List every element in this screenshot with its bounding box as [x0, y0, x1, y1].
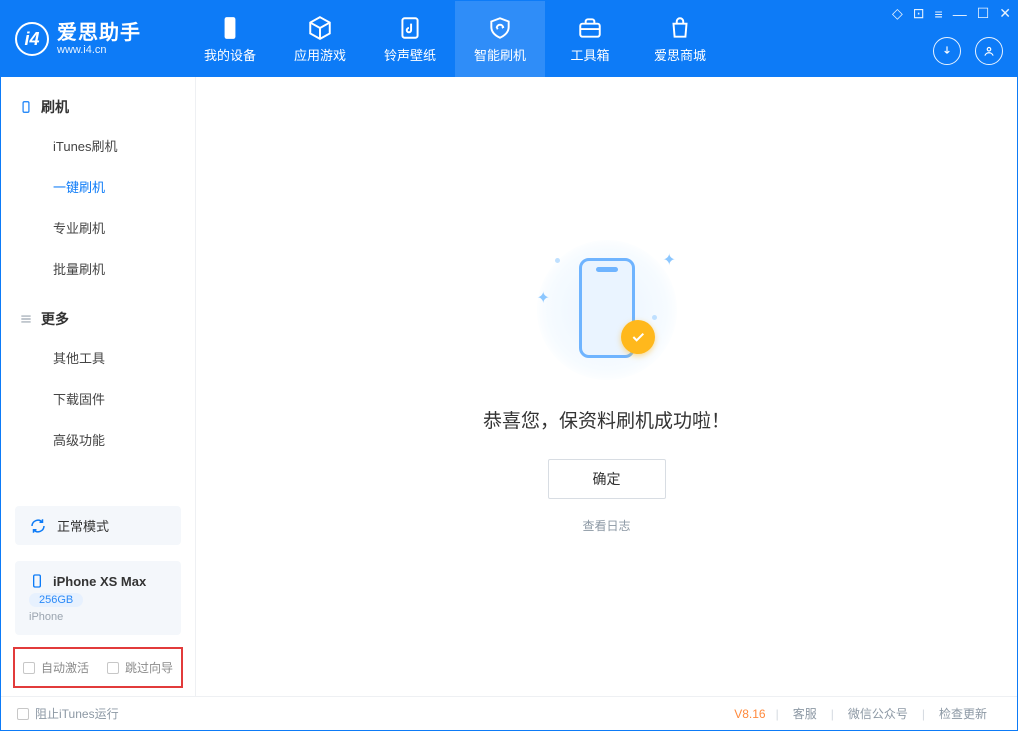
success-badge-icon: [621, 320, 655, 354]
app-header: i4 爱思助手 www.i4.cn 我的设备 应用游戏 铃声壁纸 智能刷机 工具…: [1, 1, 1017, 77]
status-bar: 阻止iTunes运行 V8.16 | 客服 | 微信公众号 | 检查更新: [1, 696, 1017, 730]
sidebar-item-label: 一键刷机: [53, 180, 105, 195]
checkbox-skip-guide[interactable]: 跳过向导: [107, 659, 173, 676]
version-label: V8.16: [734, 707, 765, 721]
phone-icon: [19, 100, 33, 114]
link-label: 微信公众号: [848, 707, 908, 721]
feedback-icon[interactable]: ⊡: [913, 5, 925, 22]
tab-apps[interactable]: 应用游戏: [275, 1, 365, 77]
sidebar-group-title: 刷机: [41, 97, 69, 117]
mode-label: 正常模式: [57, 516, 109, 535]
ok-button[interactable]: 确定: [548, 459, 666, 499]
link-label: 客服: [793, 707, 817, 721]
sidebar-item-other[interactable]: 其他工具: [1, 337, 195, 378]
footer-link-wechat[interactable]: 微信公众号: [834, 705, 922, 722]
header-right-icons: [933, 37, 1003, 65]
app-name: 爱思助手: [57, 22, 141, 44]
tab-label: 我的设备: [204, 45, 256, 64]
sidebar-item-label: 其他工具: [53, 351, 105, 366]
sidebar-group-title: 更多: [41, 309, 69, 329]
tab-label: 爱思商城: [654, 45, 706, 64]
sidebar-item-firmware[interactable]: 下载固件: [1, 378, 195, 419]
toolbox-icon: [577, 15, 603, 41]
sidebar-item-batch[interactable]: 批量刷机: [1, 248, 195, 289]
sidebar-item-label: 高级功能: [53, 433, 105, 448]
account-button[interactable]: [975, 37, 1003, 65]
tab-label: 智能刷机: [474, 45, 526, 64]
sidebar-group-more: 更多: [1, 301, 195, 337]
footer-links: | 客服 | 微信公众号 | 检查更新: [776, 705, 1001, 722]
checkbox-auto-activate[interactable]: 自动激活: [23, 659, 89, 676]
link-label: 检查更新: [939, 707, 987, 721]
checkbox-box-icon: [17, 708, 29, 720]
maximize-icon[interactable]: ☐: [977, 5, 990, 22]
app-url: www.i4.cn: [57, 44, 141, 56]
device-name: iPhone XS Max: [53, 574, 146, 589]
checkbox-box-icon: [23, 662, 35, 674]
main-content: ✦ ✦ 恭喜您，保资料刷机成功啦！ 确定 查看日志: [196, 77, 1017, 696]
footer-link-support[interactable]: 客服: [779, 705, 831, 722]
tab-ringtones[interactable]: 铃声壁纸: [365, 1, 455, 77]
tab-store[interactable]: 爱思商城: [635, 1, 725, 77]
sidebar-item-label: 批量刷机: [53, 262, 105, 277]
checkbox-block-itunes[interactable]: 阻止iTunes运行: [17, 705, 119, 722]
download-icon: [940, 44, 954, 58]
sidebar-item-label: iTunes刷机: [53, 139, 118, 154]
tab-mydevice[interactable]: 我的设备: [185, 1, 275, 77]
sidebar-item-itunes[interactable]: iTunes刷机: [1, 125, 195, 166]
phone-small-icon: [29, 573, 45, 589]
skin-icon[interactable]: ◇: [892, 5, 903, 22]
sidebar-item-label: 专业刷机: [53, 221, 105, 236]
menu-icon[interactable]: ≡: [935, 6, 943, 22]
logo-icon: i4: [15, 22, 49, 56]
view-log-link[interactable]: 查看日志: [582, 517, 630, 534]
sparkle-icon: ✦: [663, 250, 671, 258]
tab-flash[interactable]: 智能刷机: [455, 1, 545, 77]
tab-toolbox[interactable]: 工具箱: [545, 1, 635, 77]
mode-card[interactable]: 正常模式: [15, 506, 181, 545]
sync-icon: [29, 517, 47, 535]
refresh-shield-icon: [487, 15, 513, 41]
main-tabs: 我的设备 应用游戏 铃声壁纸 智能刷机 工具箱 爱思商城: [185, 1, 725, 77]
success-title: 恭喜您，保资料刷机成功啦！: [483, 406, 730, 433]
footer-link-update[interactable]: 检查更新: [925, 705, 1001, 722]
view-log-label: 查看日志: [582, 519, 630, 533]
checkbox-box-icon: [107, 662, 119, 674]
tab-label: 铃声壁纸: [384, 45, 436, 64]
sidebar-group-flash: 刷机: [1, 89, 195, 125]
downloads-button[interactable]: [933, 37, 961, 65]
cube-icon: [307, 15, 333, 41]
minimize-icon[interactable]: —: [953, 6, 967, 22]
checkbox-label: 阻止iTunes运行: [35, 705, 119, 722]
bag-icon: [667, 15, 693, 41]
list-icon: [19, 312, 33, 326]
sidebar-item-advanced[interactable]: 高级功能: [1, 419, 195, 460]
checkbox-label: 自动激活: [41, 659, 89, 676]
sidebar-item-pro[interactable]: 专业刷机: [1, 207, 195, 248]
device-storage: 256GB: [29, 593, 83, 607]
ok-button-label: 确定: [593, 471, 621, 487]
music-file-icon: [397, 15, 423, 41]
sparkle-icon: ✦: [537, 288, 545, 296]
device-card[interactable]: iPhone XS Max 256GB iPhone: [15, 561, 181, 635]
user-icon: [982, 44, 996, 58]
success-illustration: ✦ ✦: [537, 240, 677, 380]
tab-label: 工具箱: [570, 45, 609, 64]
device-type: iPhone: [29, 611, 63, 623]
window-controls: ◇ ⊡ ≡ — ☐ ✕: [892, 5, 1011, 22]
close-icon[interactable]: ✕: [999, 5, 1011, 22]
options-highlight-box: 自动激活 跳过向导: [13, 647, 183, 688]
sidebar-item-label: 下载固件: [53, 392, 105, 407]
checkbox-label: 跳过向导: [125, 659, 173, 676]
sidebar: 刷机 iTunes刷机 一键刷机 专业刷机 批量刷机 更多 其他工具 下载固件 …: [1, 77, 196, 696]
sidebar-item-onekey[interactable]: 一键刷机: [1, 166, 195, 207]
app-logo: i4 爱思助手 www.i4.cn: [15, 22, 185, 56]
device-icon: [217, 15, 243, 41]
tab-label: 应用游戏: [294, 45, 346, 64]
